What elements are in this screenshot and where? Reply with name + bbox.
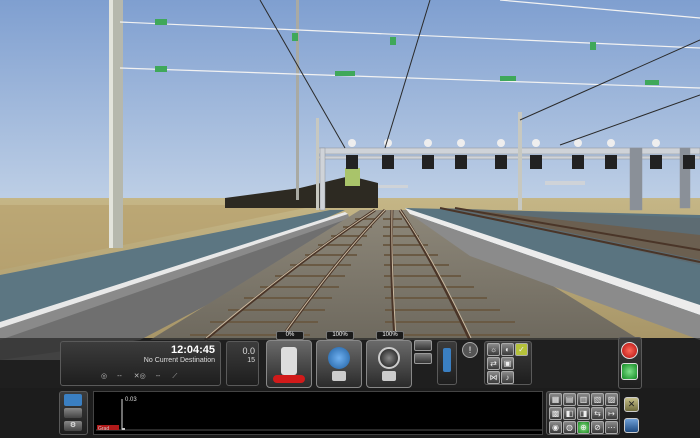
bell-button[interactable]: ♪ (501, 371, 514, 384)
speed-panel: 0.0 15 (226, 341, 259, 386)
coupler-button[interactable]: ⇄ (487, 357, 500, 370)
destination-label: No Current Destination (143, 357, 215, 364)
close-icon[interactable]: ✕ (624, 397, 639, 412)
eye-button[interactable]: ◉ (549, 421, 562, 434)
signal-pass-button[interactable]: ↦ (605, 407, 618, 420)
pantograph-button[interactable]: ⋈ (487, 371, 500, 384)
throttle-indicator (273, 375, 305, 383)
info-value-1: -- (117, 373, 122, 380)
stop-button[interactable] (621, 342, 638, 359)
throttle-lever-icon (281, 347, 297, 375)
info-row: ◎ -- ✕◎ -- ⟋ (101, 372, 187, 381)
headlight-button[interactable]: ◐ (501, 343, 514, 356)
clock: 12:04:45 (170, 344, 215, 356)
settings-icon[interactable]: ⚙ (64, 421, 82, 431)
gradient-icon: ⟋ (172, 373, 178, 380)
cycle-button[interactable]: ◍ (563, 421, 576, 434)
go-button[interactable] (621, 363, 638, 380)
brake-dial-icon (328, 347, 350, 369)
throttle-control[interactable] (266, 340, 312, 388)
door-button[interactable]: ▣ (501, 357, 514, 370)
gradient-plot (96, 399, 542, 431)
loco-brake-percent: 100% (376, 331, 404, 340)
speed-limit-icon: ✕◎ (133, 373, 146, 380)
more-button[interactable]: ⋯ (605, 421, 618, 434)
head-out-button[interactable]: ▤ (563, 393, 576, 406)
coupling-view-button[interactable]: ◨ (577, 407, 590, 420)
cab-view-button[interactable]: ▦ (549, 393, 562, 406)
map-icon[interactable] (64, 394, 82, 406)
gradient-graph: 0.03 Grad (93, 391, 543, 435)
signal-icon: ◎ (101, 373, 108, 380)
horn-toggle[interactable] (414, 353, 432, 364)
info-panel: 12:04:45 No Current Destination ◎ -- ✕◎ --… (60, 341, 221, 386)
passenger-view-button[interactable]: ▧ (591, 393, 604, 406)
throttle-percent: 0% (276, 331, 304, 340)
train-brake-percent: 100% (326, 331, 354, 340)
train-brake-control[interactable] (316, 340, 362, 388)
yard-view-button[interactable]: ◧ (563, 407, 576, 420)
zoom-button[interactable]: ⊘ (591, 421, 604, 434)
speed-sub: 15 (247, 357, 255, 364)
globe-button[interactable]: ⊕ (577, 421, 590, 434)
camera-icon[interactable] (64, 408, 82, 418)
external-view-button[interactable]: ▥ (577, 393, 590, 406)
gradient-label: Grad (98, 426, 110, 432)
info-button[interactable]: ! (462, 342, 478, 358)
info-value-2: -- (155, 373, 161, 380)
sander-toggle[interactable] (414, 340, 432, 351)
wiper-button[interactable]: ✓ (515, 343, 528, 356)
reverser-control[interactable] (437, 341, 457, 385)
lights-button[interactable]: ☼ (487, 343, 500, 356)
sign-view-button[interactable]: ▩ (549, 407, 562, 420)
switch-button[interactable]: ⇆ (591, 407, 604, 420)
gradient-value: 0.03 (125, 397, 137, 403)
menu-icon[interactable] (624, 418, 639, 433)
free-view-button[interactable]: ▨ (605, 393, 618, 406)
loco-brake-control[interactable] (366, 340, 412, 388)
speed-value: 0.0 (242, 346, 255, 356)
loco-brake-dial-icon (378, 347, 400, 369)
